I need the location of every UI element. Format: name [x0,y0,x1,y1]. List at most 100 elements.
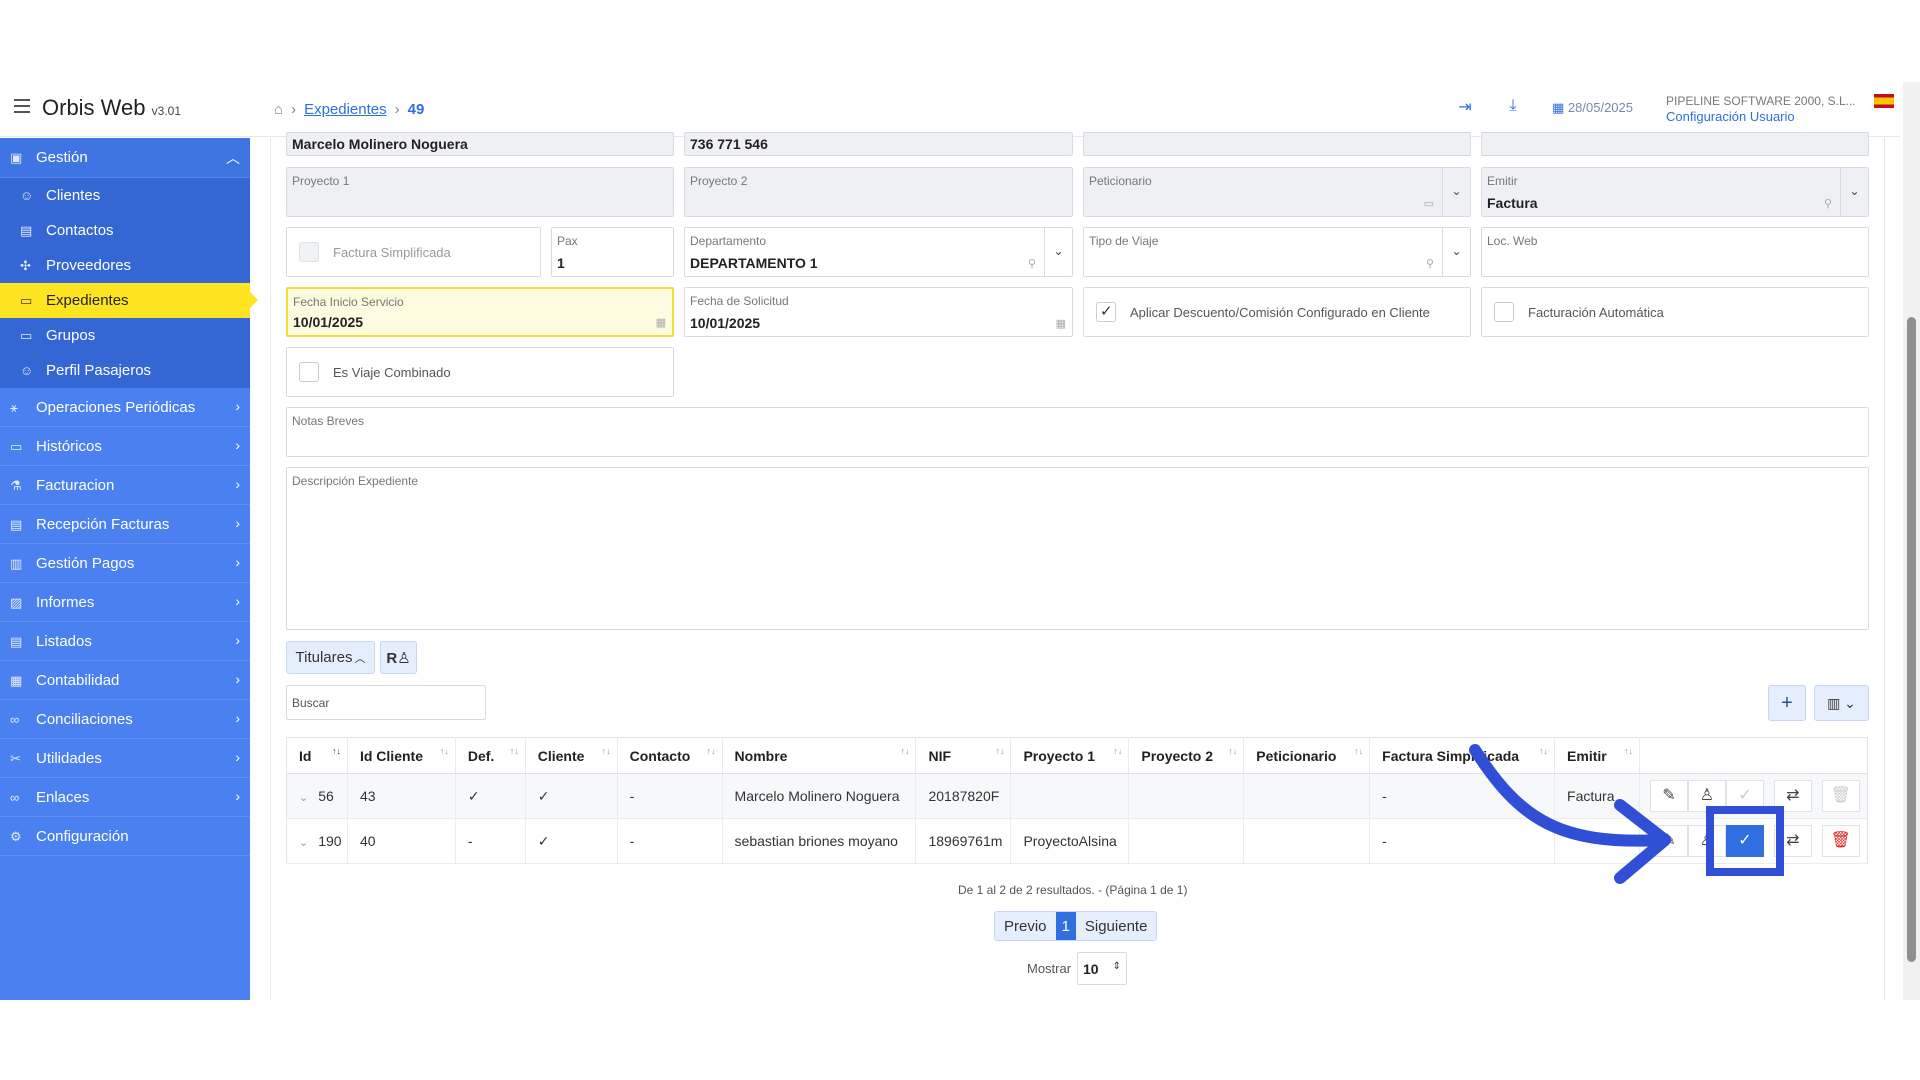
user-settings-icon[interactable]: ♙ [1687,780,1726,812]
chevron-down-icon[interactable]: ⌄ [1442,168,1470,216]
col-nif[interactable]: NIF ↑↓ [915,737,1012,774]
sidebar-item-perfil-pasajeros[interactable]: ☺ Perfil Pasajeros [0,353,250,388]
table-row[interactable]: ⌄ 190 40 - ✓ - sebastian briones moyano 1… [286,818,1868,864]
descripcion-field[interactable]: Descripción Expediente [286,467,1869,630]
page-1-button[interactable]: 1 [1055,912,1076,940]
notas-breves-field[interactable]: Notas Breves [286,407,1869,457]
sidebar-group-operaciones[interactable]: ⚹ Operaciones Periódicas › [0,388,250,427]
col-def[interactable]: Def. ↑↓ [455,737,526,774]
swap-arrows-icon[interactable]: ⇄ [1773,825,1812,857]
col-cliente[interactable]: Cliente ↑↓ [525,737,618,774]
col-id-cliente[interactable]: Id Cliente ↑↓ [347,737,456,774]
trash-icon[interactable]: 🗑 [1821,825,1860,857]
spain-flag-icon[interactable] [1874,94,1894,108]
download-icon[interactable]: ⤓ [1502,97,1524,119]
sidebar-item-grupos[interactable]: ▭ Grupos [0,318,250,353]
next-page-button[interactable]: Siguiente [1075,912,1157,940]
sidebar-item-proveedores[interactable]: ✣ Proveedores [0,248,250,283]
scrollbar-thumb[interactable] [1907,317,1916,962]
results-summary: De 1 al 2 de 2 resultados. - (Página 1 d… [958,883,1188,897]
fecha-inicio-field[interactable]: Fecha Inicio Servicio 10/01/2025 ▦ [286,287,674,337]
company-info: PIPELINE SOFTWARE 2000, S.L... Configura… [1666,93,1856,125]
facturacion-auto-checkbox[interactable] [1494,302,1514,322]
chevron-down-icon[interactable]: ⌄ [1442,228,1470,276]
sidebar-group-listados[interactable]: ▤ Listados › [0,622,250,661]
columns-toggle-button[interactable]: ▥ ⌄ [1814,685,1869,721]
edit-pencil-icon[interactable]: ✎ [1649,825,1688,857]
calendar-icon[interactable]: ▦ [656,316,666,329]
header-date[interactable]: ▦ 28/05/2025 [1552,100,1633,116]
telefono-field[interactable]: 736 771 546 [684,132,1073,156]
cell-id-cliente: 43 [347,773,456,819]
pax-field[interactable]: Pax 1 [551,227,674,277]
departamento-field[interactable]: Departamento DEPARTAMENTO 1 ⚲ ⌄ [684,227,1073,277]
aplicar-descuento-checkbox[interactable] [1096,302,1116,322]
col-contacto[interactable]: Contacto ↑↓ [617,737,723,774]
col-nombre[interactable]: Nombre ↑↓ [722,737,917,774]
user-settings-icon[interactable]: ♙ [1687,825,1726,857]
proyecto1-field[interactable]: Proyecto 1 [286,167,674,217]
col-peticionario[interactable]: Peticionario ↑↓ [1243,737,1371,774]
peticionario-field[interactable]: Peticionario ▭ ⌄ [1083,167,1471,217]
prev-page-button[interactable]: Previo [995,912,1056,940]
viaje-combinado-field: Es Viaje Combinado [286,347,674,397]
sidebar-group-gestion[interactable]: ▣ Gestión ︿ [0,138,250,178]
menu-icon[interactable] [14,99,30,113]
sidebar-group-facturacion[interactable]: ⚗ Facturacion › [0,466,250,505]
expand-chevron-icon[interactable]: ⌄ [299,837,308,849]
home-icon[interactable]: ⌂ [274,101,283,118]
viaje-combinado-checkbox[interactable] [299,362,319,382]
check-icon[interactable]: ✓ [1725,780,1764,812]
col-id[interactable]: Id ↑↓ [286,737,348,774]
swap-arrows-icon[interactable]: ⇄ [1773,780,1812,812]
sidebar-group-enlaces[interactable]: ∞ Enlaces › [0,778,250,817]
edit-pencil-icon[interactable]: ✎ [1649,780,1688,812]
factura-simplificada-checkbox[interactable] [299,242,319,262]
proyecto2-field[interactable]: Proyecto 2 [684,167,1073,217]
chevron-right-icon: › [235,671,240,687]
sidebar-group-informes[interactable]: ▨ Informes › [0,583,250,622]
empty-field-b[interactable] [1481,132,1869,156]
page-scrollbar[interactable] [1903,82,1920,1000]
table-row[interactable]: ⌄ 56 43 ✓ ✓ - Marcelo Molinero Noguera 20… [286,773,1868,819]
fecha-solicitud-field[interactable]: Fecha de Solicitud 10/01/2025 ▦ [684,287,1073,337]
empty-field-a[interactable] [1083,132,1471,156]
sidebar-group-contabilidad[interactable]: ▦ Contabilidad › [0,661,250,700]
tipo-viaje-field[interactable]: Tipo de Viaje ⚲ ⌄ [1083,227,1471,277]
expand-chevron-icon[interactable]: ⌄ [299,792,308,804]
loc-web-field[interactable]: Loc. Web [1481,227,1869,277]
col-header-label: Proyecto 2 [1141,747,1213,764]
col-header-label: Peticionario [1256,747,1337,764]
col-factura-simplificada[interactable]: Factura Simplificada ↑↓ [1369,737,1556,774]
col-emitir[interactable]: Emitir ↑↓ [1554,737,1640,774]
user-config-link[interactable]: Configuración Usuario [1666,109,1856,125]
chevron-down-icon[interactable]: ⌄ [1840,168,1868,216]
roles-user-button[interactable]: R♙ [380,641,417,674]
trash-icon[interactable]: 🗑 [1821,780,1860,812]
nombre-field[interactable]: Marcelo Molinero Noguera [286,132,674,156]
sidebar-group-configuracion[interactable]: ⚙ Configuración [0,817,250,856]
calendar-icon[interactable]: ▦ [1056,317,1066,330]
tab-titulares[interactable]: Titulares ︿ [286,641,375,674]
page-size-select[interactable]: 10 ⇕ [1077,952,1127,985]
breadcrumb-expedientes-link[interactable]: Expedientes [304,101,387,118]
add-button[interactable]: + [1768,685,1806,721]
emitir-field[interactable]: Emitir Factura ⚲ ⌄ [1481,167,1869,217]
sidebar-item-expedientes[interactable]: ▭ Expedientes [0,283,258,318]
sidebar-group-utilidades[interactable]: ✂ Utilidades › [0,739,250,778]
chevron-down-icon[interactable]: ⌄ [1044,228,1072,276]
cell-emitir [1554,818,1640,864]
sidebar-group-historicos[interactable]: ▭ Históricos › [0,427,250,466]
sidebar-group-conciliaciones[interactable]: ∞ Conciliaciones › [0,700,250,739]
login-icon[interactable]: ⇥ [1454,97,1476,119]
search-input[interactable]: Buscar [286,685,486,720]
col-proyecto2[interactable]: Proyecto 2 ↑↓ [1128,737,1245,774]
check-icon[interactable]: ✓ [1725,825,1764,857]
col-proyecto1[interactable]: Proyecto 1 ↑↓ [1010,737,1130,774]
sidebar-group-pagos[interactable]: ▥ Gestión Pagos › [0,544,250,583]
sidebar-item-contactos[interactable]: ▤ Contactos [0,213,250,248]
chevron-right-icon: › [235,398,240,414]
sidebar-item-clientes[interactable]: ☺ Clientes [0,178,250,213]
cell-contacto: - [617,773,723,819]
sidebar-group-recepcion[interactable]: ▤ Recepción Facturas › [0,505,250,544]
